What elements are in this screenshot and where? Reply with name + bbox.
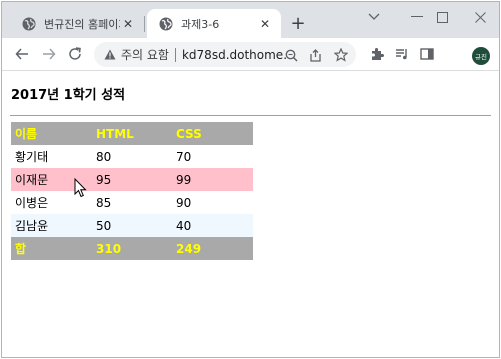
close-icon (474, 11, 486, 23)
cell-css: 40 (172, 214, 253, 237)
cell-html: 85 (96, 195, 112, 210)
cell-name: 황기태 (15, 150, 49, 164)
share-icon (309, 48, 321, 62)
forward-button[interactable] (38, 43, 60, 65)
address-separator (174, 47, 176, 62)
tab-separator (144, 16, 145, 32)
address-bar[interactable]: 주의 요함 kd78sd.dothome.co.kr (94, 42, 356, 67)
header-cell-name: 이름 (11, 122, 92, 145)
warning-icon (104, 49, 116, 60)
globe-icon (22, 17, 36, 30)
cell-html: 80 (96, 149, 112, 164)
tab-assignment[interactable]: 과제3-6 ✕ (147, 9, 281, 38)
zoom-icon (285, 49, 298, 62)
header-cell-html: HTML (92, 122, 172, 145)
table-header-row: 이름 HTML CSS (11, 122, 253, 145)
forward-arrow-icon (43, 48, 56, 60)
tab-search-button[interactable] (354, 6, 394, 28)
table-row: 이재문 95 99 (11, 168, 253, 191)
toolbar: 주의 요함 kd78sd.dothome.co.kr (2, 38, 499, 71)
maximize-button[interactable] (422, 6, 462, 28)
cell-html: 50 (92, 214, 172, 237)
horizontal-rule (10, 115, 491, 116)
extensions-button[interactable] (366, 43, 388, 65)
zoom-button[interactable] (281, 45, 301, 65)
media-icon (396, 49, 407, 60)
chevron-down-icon (368, 13, 380, 20)
cell-css: 99 (172, 168, 253, 191)
cursor-icon (74, 178, 87, 198)
cell-name: 김남윤 (11, 214, 92, 237)
page-content: 2017년 1학기 성적 이름 HTML CSS 황기태 80 70 이재문 9… (2, 72, 499, 357)
header-cell-css: CSS (172, 122, 253, 145)
footer-cell-html: 310 (92, 237, 172, 260)
close-window-button[interactable] (460, 6, 499, 28)
footer-cell-css: 249 (172, 237, 253, 260)
page-title: 2017년 1학기 성적 (11, 88, 126, 103)
extensions-icon (372, 48, 384, 60)
profile-avatar[interactable]: 규진 (472, 47, 490, 65)
globe-icon (159, 17, 173, 30)
star-icon (334, 48, 348, 62)
browser-window: 변규진의 홈페이지 ✕ 과제3-6 ✕ + (1, 1, 500, 358)
back-arrow-icon (15, 48, 28, 60)
maximize-icon (436, 11, 448, 23)
footer-cell-label: 합 (11, 237, 92, 260)
grades-table: 이름 HTML CSS 황기태 80 70 이재문 95 99 이병은 85 9… (11, 122, 253, 260)
table-footer-row: 합 310 249 (11, 237, 253, 260)
table-row: 김남윤 50 40 (11, 214, 253, 237)
tab-strip: 변규진의 홈페이지 ✕ 과제3-6 ✕ + (2, 2, 499, 38)
close-icon[interactable]: ✕ (120, 16, 136, 32)
reload-icon (69, 47, 81, 60)
back-button[interactable] (11, 43, 33, 65)
side-panel-button[interactable] (416, 43, 438, 65)
cell-css: 90 (176, 195, 192, 210)
plus-icon: + (290, 12, 306, 34)
tab-homepage[interactable]: 변규진의 홈페이지 ✕ (10, 9, 144, 38)
table-row: 황기태 80 70 (11, 145, 253, 168)
close-icon[interactable]: ✕ (257, 16, 273, 32)
share-button[interactable] (305, 45, 325, 65)
bookmark-button[interactable] (331, 45, 351, 65)
cell-css: 70 (176, 149, 192, 164)
new-tab-button[interactable]: + (288, 12, 308, 34)
tab-title: 변규진의 홈페이지 (44, 17, 120, 31)
side-panel-icon (420, 48, 434, 60)
media-button[interactable] (391, 43, 413, 65)
reload-button[interactable] (64, 43, 86, 65)
table-row: 이병은 85 90 (11, 191, 253, 214)
tab-title: 과제3-6 (181, 17, 220, 31)
cell-html: 95 (92, 168, 172, 191)
url-text[interactable]: kd78sd.dothome.co.kr (182, 48, 286, 62)
security-warning-label[interactable]: 주의 요함 (121, 46, 169, 63)
